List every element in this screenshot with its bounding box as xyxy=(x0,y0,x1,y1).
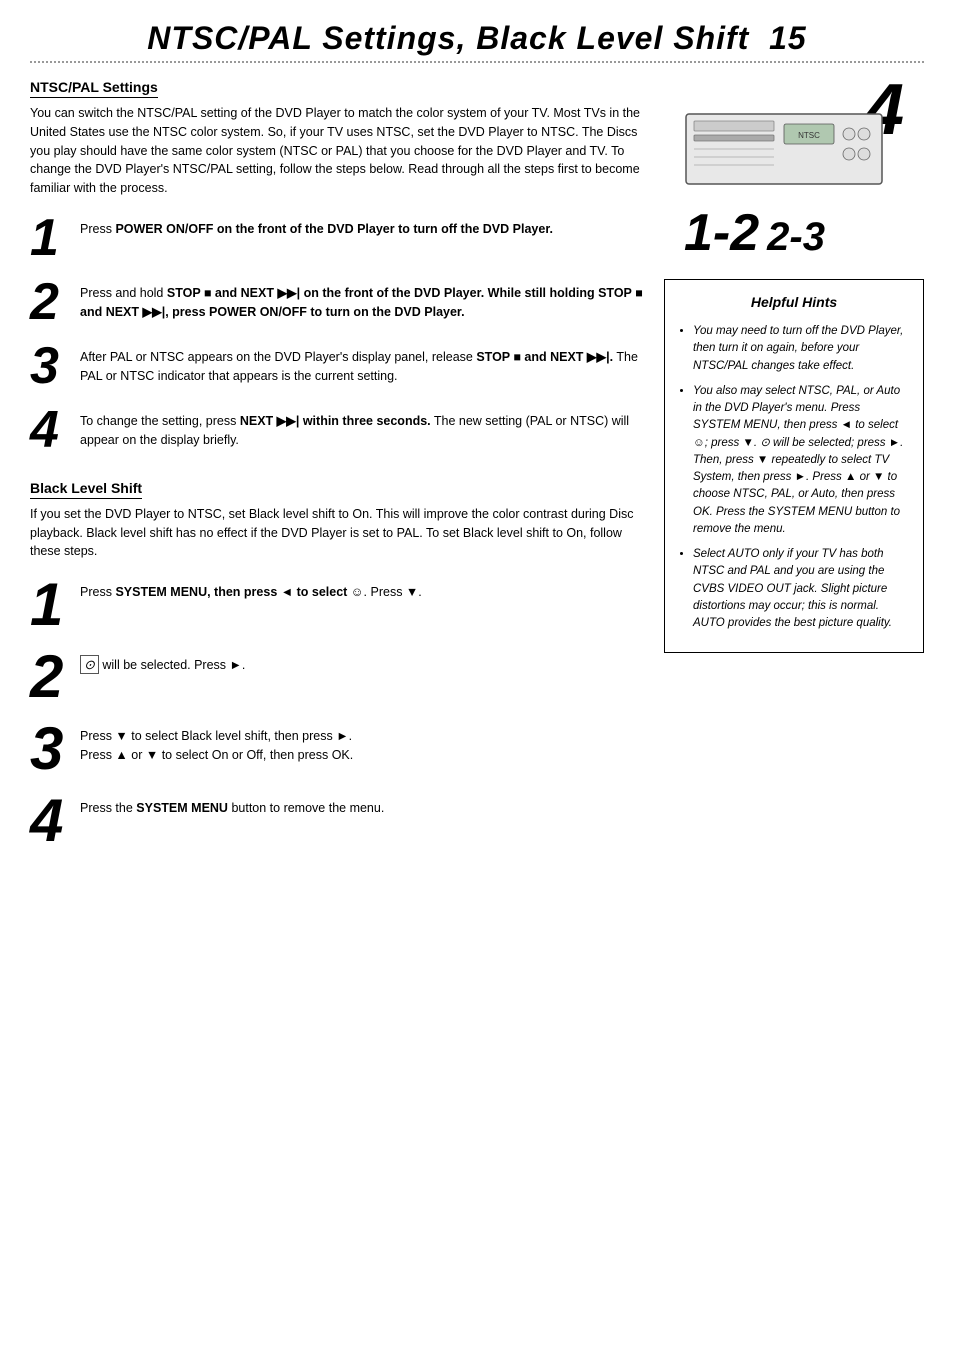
ntsc-step-2-content: Press and hold STOP ■ and NEXT ▶▶| on th… xyxy=(80,276,644,322)
ntsc-step-3-content: After PAL or NTSC appears on the DVD Pla… xyxy=(80,340,644,386)
bls-step-4-content: Press the SYSTEM MENU button to remove t… xyxy=(80,791,384,818)
bls-step-1: 1 Press SYSTEM MENU, then press ◄ to sel… xyxy=(30,575,644,635)
ntsc-step-4: 4 To change the setting, press NEXT ▶▶| … xyxy=(30,404,644,456)
bls-heading: Black Level Shift xyxy=(30,480,142,499)
bls-step-4-number: 4 xyxy=(30,791,70,851)
left-column: NTSC/PAL Settings You can switch the NTS… xyxy=(30,79,644,863)
bls-step-2-text: ⊙ will be selected. Press ►. xyxy=(80,658,245,672)
bls-step-4: 4 Press the SYSTEM MENU button to remove… xyxy=(30,791,644,851)
ntsc-step-4-text: To change the setting, press NEXT ▶▶| wi… xyxy=(80,414,629,447)
ntsc-step-1-content: Press POWER ON/OFF on the front of the D… xyxy=(80,212,553,239)
bls-step-4-text: Press the SYSTEM MENU button to remove t… xyxy=(80,801,384,815)
ntsc-step-4-content: To change the setting, press NEXT ▶▶| wi… xyxy=(80,404,644,450)
ntsc-step-4-number: 4 xyxy=(30,404,70,456)
main-layout: NTSC/PAL Settings You can switch the NTS… xyxy=(30,79,924,863)
bls-step-1-number: 1 xyxy=(30,575,70,635)
ntsc-step-2-text: Press and hold STOP ■ and NEXT ▶▶| on th… xyxy=(80,286,643,319)
ntsc-pal-section: NTSC/PAL Settings You can switch the NTS… xyxy=(30,79,644,456)
bls-step-2: 2 ⊙ will be selected. Press ►. xyxy=(30,647,644,707)
bls-step-1-content: Press SYSTEM MENU, then press ◄ to selec… xyxy=(80,575,422,602)
ntsc-step-3-text: After PAL or NTSC appears on the DVD Pla… xyxy=(80,350,638,383)
svg-text:NTSC: NTSC xyxy=(798,131,820,140)
ntsc-step-2: 2 Press and hold STOP ■ and NEXT ▶▶| on … xyxy=(30,276,644,328)
title-divider xyxy=(30,61,924,63)
hint-item-1: You may need to turn off the DVD Player,… xyxy=(693,323,909,375)
bls-step-1-text: Press SYSTEM MENU, then press ◄ to selec… xyxy=(80,585,422,599)
hints-title: Helpful Hints xyxy=(679,292,909,313)
ntsc-step-1-number: 1 xyxy=(30,212,70,264)
hints-list: You may need to turn off the DVD Player,… xyxy=(679,323,909,632)
step-indicator-right: 2-3 xyxy=(767,217,825,257)
bls-step-3: 3 Press ▼ to select Black level shift, t… xyxy=(30,719,644,779)
bls-step-3-line1: Press ▼ to select Black level shift, the… xyxy=(80,729,353,762)
bls-step-2-number: 2 xyxy=(30,647,70,707)
page-title: NTSC/PAL Settings, Black Level Shift 15 xyxy=(30,20,924,57)
hint-item-2: You also may select NTSC, PAL, or Auto i… xyxy=(693,383,909,538)
ntsc-step-1: 1 Press POWER ON/OFF on the front of the… xyxy=(30,212,644,264)
bls-step-2-content: ⊙ will be selected. Press ►. xyxy=(80,647,245,675)
hint-item-3: Select AUTO only if your TV has both NTS… xyxy=(693,546,909,632)
helpful-hints-box: Helpful Hints You may need to turn off t… xyxy=(664,279,924,653)
right-column: 4 NTSC xyxy=(664,79,924,863)
ntsc-step-3-number: 3 xyxy=(30,340,70,392)
bls-intro: If you set the DVD Player to NTSC, set B… xyxy=(30,505,644,561)
ntsc-step-2-number: 2 xyxy=(30,276,70,328)
bls-section: Black Level Shift If you set the DVD Pla… xyxy=(30,480,644,851)
step-indicator-left: 1-2 xyxy=(684,207,759,259)
bls-step-3-content: Press ▼ to select Black level shift, the… xyxy=(80,719,353,765)
ntsc-step-1-text: Press POWER ON/OFF on the front of the D… xyxy=(80,222,553,236)
ntsc-step-3: 3 After PAL or NTSC appears on the DVD P… xyxy=(30,340,644,392)
bls-step-3-number: 3 xyxy=(30,719,70,779)
diagram-area: 4 NTSC xyxy=(664,79,924,259)
ntsc-pal-heading: NTSC/PAL Settings xyxy=(30,79,158,98)
dvd-player-diagram: NTSC xyxy=(684,99,884,199)
ntsc-pal-intro: You can switch the NTSC/PAL setting of t… xyxy=(30,104,644,198)
